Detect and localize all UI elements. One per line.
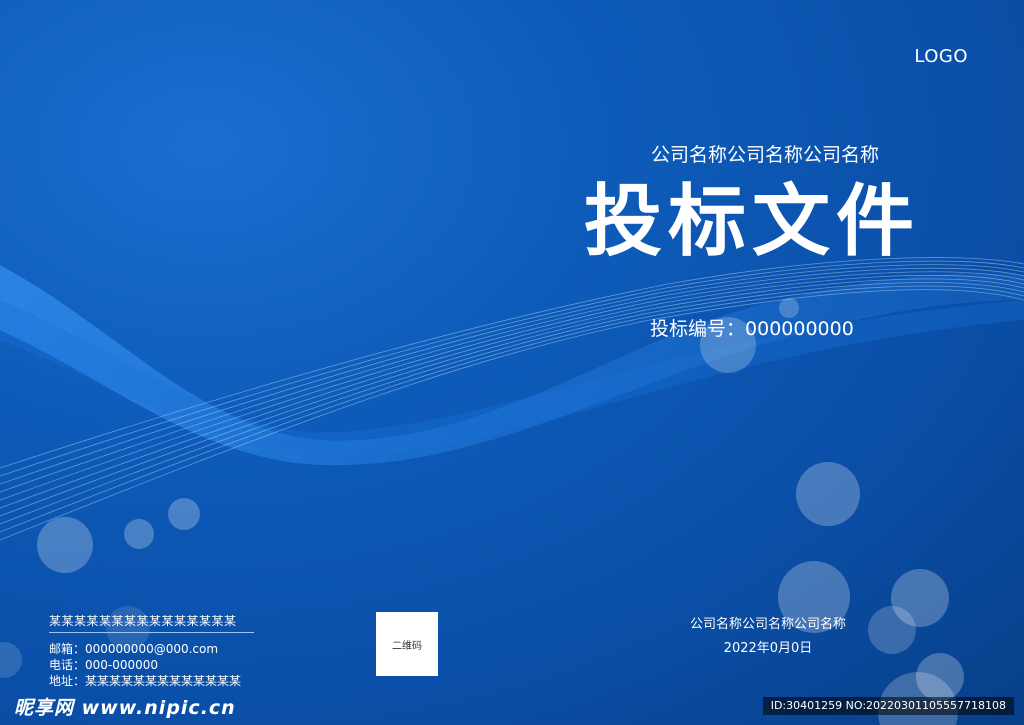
contact-email: 邮箱：000000000@000.com [49, 642, 219, 656]
bid-number-value: 000000000 [745, 318, 854, 340]
document-title: 投标文件 [584, 177, 921, 267]
company-footer: 公司名称公司名称公司名称 2022年0月0日 [668, 613, 868, 661]
image-id-bar: ID:30401259 NO:20220301105557718108 [762, 697, 1014, 715]
bid-number: 投标编号：000000000 [650, 314, 854, 341]
cover-page: LOGO 公司名称公司名称公司名称 投标文件 投标编号：000000000 某某… [0, 0, 1024, 725]
contact-name: 某某某某某某某某某某某某某某某 [49, 612, 254, 633]
contact-phone: 电话：000-000000 [49, 658, 159, 672]
contact-block: 某某某某某某某某某某某某某某某 邮箱：000000000@000.com 电话：… [49, 612, 254, 689]
qr-code-placeholder: 二维码 [376, 612, 438, 676]
logo-text: LOGO [914, 46, 968, 67]
watermark-logo: 昵享网 www.nipic.cn [14, 697, 236, 719]
contact-address: 地址：某某某某某某某某某某某某某 [49, 674, 242, 688]
company-name-bottom: 公司名称公司名称公司名称 [689, 617, 846, 632]
company-name-top: 公司名称公司名称公司名称 [650, 144, 879, 166]
bid-number-label: 投标编号： [650, 318, 746, 340]
qr-code-label: 二维码 [392, 640, 422, 652]
document-date: 2022年0月0日 [723, 641, 813, 656]
